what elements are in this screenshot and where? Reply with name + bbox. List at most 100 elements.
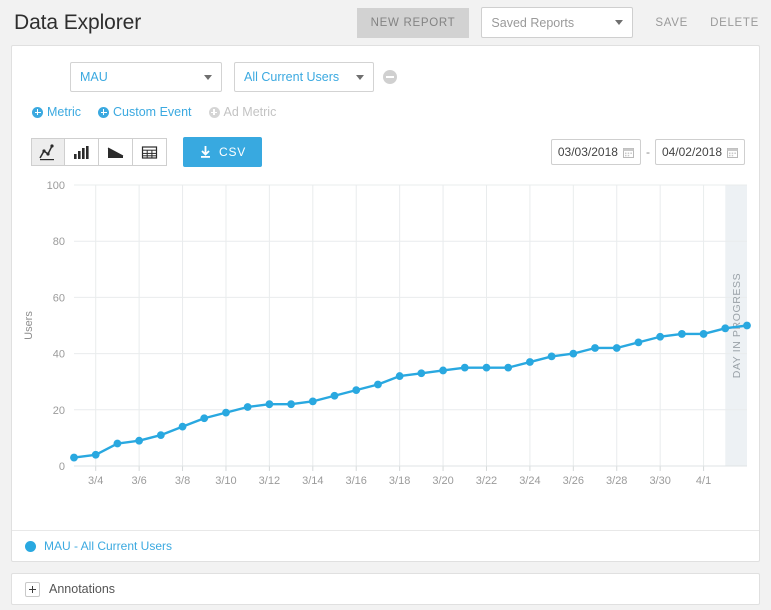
- x-axis-tick-label: 3/14: [302, 475, 323, 487]
- data-point[interactable]: [569, 350, 577, 358]
- new-report-button[interactable]: NEW REPORT: [357, 8, 470, 38]
- segment-select-value: All Current Users: [244, 70, 339, 84]
- line-chart[interactable]: 0204060801003/43/63/83/103/123/143/163/1…: [12, 177, 759, 487]
- end-date-input[interactable]: 04/02/2018: [655, 139, 745, 165]
- x-axis-tick-label: 3/20: [432, 475, 453, 487]
- bar-chart-icon[interactable]: [65, 138, 99, 166]
- x-axis-tick-label: 3/28: [606, 475, 627, 487]
- annotations-label: Annotations: [49, 582, 115, 596]
- data-point[interactable]: [439, 367, 447, 375]
- table-icon[interactable]: [133, 138, 167, 166]
- minus-circle-icon[interactable]: [383, 70, 397, 84]
- data-point[interactable]: [331, 392, 339, 400]
- metric-select-value: MAU: [80, 70, 108, 84]
- data-point[interactable]: [352, 386, 360, 394]
- data-point[interactable]: [200, 414, 208, 422]
- add-custom-event-link[interactable]: Custom Event: [98, 105, 192, 119]
- y-axis-tick-label: 100: [47, 180, 65, 192]
- data-point[interactable]: [135, 437, 143, 445]
- data-point[interactable]: [157, 431, 165, 439]
- legend-item-label[interactable]: MAU - All Current Users: [44, 539, 172, 553]
- data-point[interactable]: [222, 409, 230, 417]
- data-point[interactable]: [396, 372, 404, 380]
- data-point[interactable]: [374, 381, 382, 389]
- plus-square-icon[interactable]: [25, 582, 40, 597]
- top-bar: Data Explorer NEW REPORT Saved Reports S…: [0, 0, 771, 45]
- data-point[interactable]: [483, 364, 491, 372]
- add-ad-metric-label: Ad Metric: [224, 105, 277, 119]
- data-point[interactable]: [613, 344, 621, 352]
- data-point[interactable]: [309, 397, 317, 405]
- y-axis-title: Users: [23, 311, 35, 340]
- add-metric-link[interactable]: Metric: [32, 105, 81, 119]
- data-point[interactable]: [743, 322, 751, 330]
- date-range-group: 03/03/2018 - 04/02/2018: [551, 139, 745, 165]
- save-button[interactable]: SAVE: [655, 17, 688, 29]
- download-icon: [199, 145, 212, 159]
- x-axis-tick-label: 3/16: [346, 475, 367, 487]
- saved-reports-select[interactable]: Saved Reports: [481, 7, 633, 38]
- metric-select[interactable]: MAU: [70, 62, 222, 92]
- chevron-down-icon: [615, 20, 623, 25]
- x-axis-tick-label: 3/30: [649, 475, 670, 487]
- data-point[interactable]: [461, 364, 469, 372]
- x-axis-tick-label: 3/8: [175, 475, 190, 487]
- x-axis-tick-label: 3/12: [259, 475, 280, 487]
- x-axis-tick-label: 4/1: [696, 475, 711, 487]
- end-date-value: 04/02/2018: [662, 145, 722, 159]
- top-bar-actions: NEW REPORT Saved Reports SAVE DELETE: [357, 7, 759, 38]
- y-axis-tick-label: 0: [59, 461, 65, 473]
- x-axis-tick-label: 3/18: [389, 475, 410, 487]
- data-point[interactable]: [635, 338, 643, 346]
- start-date-value: 03/03/2018: [558, 145, 618, 159]
- data-point[interactable]: [179, 423, 187, 431]
- plus-circle-icon: [32, 107, 43, 118]
- x-axis-tick-label: 3/10: [215, 475, 236, 487]
- add-metric-label: Metric: [47, 105, 81, 119]
- data-point[interactable]: [265, 400, 273, 408]
- add-links-row: Metric Custom Event Ad Metric: [12, 92, 759, 119]
- saved-reports-value: Saved Reports: [491, 16, 574, 30]
- data-point[interactable]: [678, 330, 686, 338]
- report-card: MAU All Current Users Metric Custom Even…: [11, 45, 760, 562]
- start-date-input[interactable]: 03/03/2018: [551, 139, 641, 165]
- data-point[interactable]: [700, 330, 708, 338]
- line-chart-icon[interactable]: [31, 138, 65, 166]
- data-point[interactable]: [287, 400, 295, 408]
- delete-button[interactable]: DELETE: [710, 17, 759, 29]
- segment-select[interactable]: All Current Users: [234, 62, 374, 92]
- plus-circle-icon: [209, 107, 220, 118]
- data-point[interactable]: [70, 454, 78, 462]
- x-axis-tick-label: 3/22: [476, 475, 497, 487]
- series-line: [74, 326, 747, 458]
- data-point[interactable]: [591, 344, 599, 352]
- data-point[interactable]: [244, 403, 252, 411]
- csv-label: CSV: [219, 145, 246, 159]
- data-point[interactable]: [504, 364, 512, 372]
- add-ad-metric-link: Ad Metric: [209, 105, 277, 119]
- x-axis-tick-label: 3/6: [131, 475, 146, 487]
- data-point[interactable]: [92, 451, 100, 459]
- csv-download-button[interactable]: CSV: [183, 137, 262, 167]
- chart-toolbar: CSV 03/03/2018 - 04/02/2018: [12, 119, 759, 167]
- y-axis-tick-label: 80: [53, 236, 65, 248]
- y-axis-tick-label: 40: [53, 349, 65, 361]
- date-range-separator: -: [646, 145, 650, 159]
- annotations-panel[interactable]: Annotations: [11, 573, 760, 605]
- area-chart-icon[interactable]: [99, 138, 133, 166]
- x-axis-tick-label: 3/4: [88, 475, 103, 487]
- x-axis-tick-label: 3/26: [563, 475, 584, 487]
- data-point[interactable]: [417, 369, 425, 377]
- chart-legend: MAU - All Current Users: [12, 530, 759, 561]
- legend-color-swatch: [25, 541, 36, 552]
- data-point[interactable]: [114, 440, 122, 448]
- data-point[interactable]: [721, 324, 729, 332]
- data-point[interactable]: [548, 353, 556, 361]
- plus-circle-icon: [98, 107, 109, 118]
- metric-row: MAU All Current Users: [12, 46, 759, 92]
- data-point[interactable]: [526, 358, 534, 366]
- chevron-down-icon: [356, 75, 364, 80]
- add-custom-event-label: Custom Event: [113, 105, 192, 119]
- chevron-down-icon: [204, 75, 212, 80]
- data-point[interactable]: [656, 333, 664, 341]
